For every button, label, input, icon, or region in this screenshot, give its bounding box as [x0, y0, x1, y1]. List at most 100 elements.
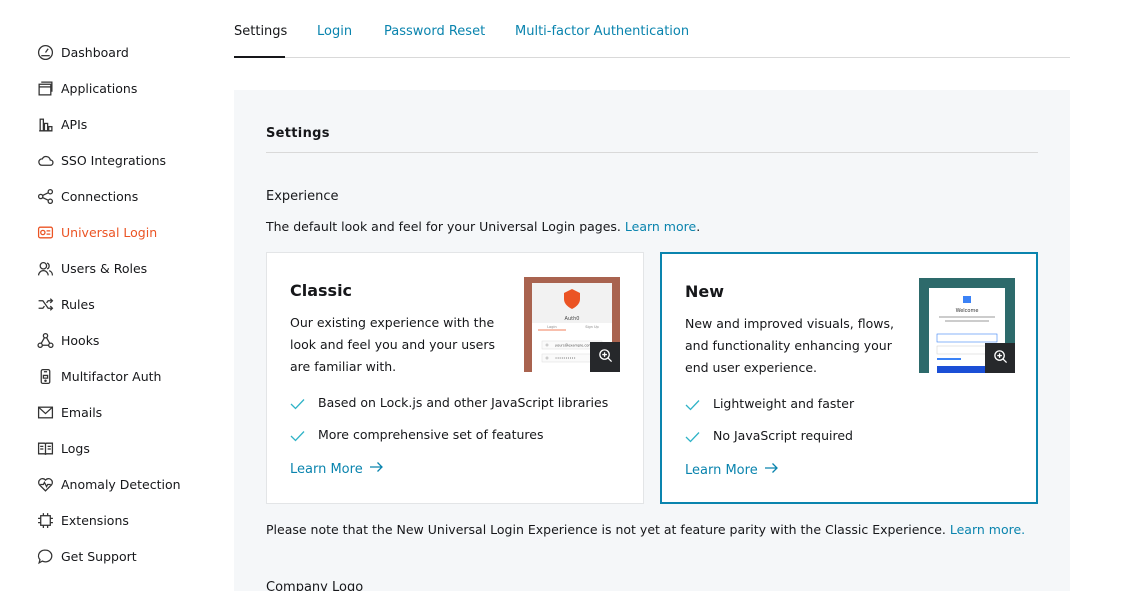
- heart-icon: [36, 475, 54, 493]
- classic-preview-tab-login: Login: [547, 325, 556, 329]
- learn-more-label: Learn More: [685, 462, 758, 478]
- sidebar-item-label: Connections: [61, 188, 139, 204]
- sidebar-item-sso-integrations[interactable]: SSO Integrations: [36, 150, 166, 170]
- classic-experience-card[interactable]: Classic Our existing experience with the…: [266, 252, 644, 504]
- sidebar-item-label: Universal Login: [61, 224, 158, 240]
- sidebar-item-label: Users & Roles: [61, 260, 148, 276]
- mail-icon: [36, 403, 54, 421]
- feature-parity-note: Please note that the New Universal Login…: [266, 522, 1025, 537]
- zoom-in-icon: [993, 349, 1008, 368]
- card-title: New: [685, 282, 725, 301]
- section-divider: [266, 152, 1038, 153]
- users-icon: [36, 259, 54, 277]
- sidebar-item-label: Multifactor Auth: [61, 368, 162, 384]
- sidebar-item-label: Dashboard: [61, 44, 129, 60]
- sidebar-item-label: Hooks: [61, 332, 100, 348]
- sidebar-item-extensions[interactable]: Extensions: [36, 510, 129, 530]
- phone-icon: [36, 367, 54, 385]
- card-description: Our existing experience with the look an…: [290, 315, 495, 374]
- feature-text: Lightweight and faster: [713, 395, 855, 411]
- tab-settings[interactable]: Settings: [234, 24, 287, 39]
- active-tab-indicator: [234, 56, 285, 58]
- apis-icon: [36, 115, 54, 133]
- tab-multi-factor-authentication[interactable]: Multi-factor Authentication: [515, 24, 689, 39]
- check-icon: [290, 430, 305, 442]
- feature-item: More comprehensive set of features: [290, 426, 543, 442]
- chat-icon: [36, 547, 54, 565]
- sidebar-item-label: Emails: [61, 404, 103, 420]
- tab-login[interactable]: Login: [317, 24, 352, 39]
- new-preview-welcome: Welcome: [956, 308, 979, 314]
- note-learn-more-link[interactable]: Learn more.: [950, 522, 1025, 537]
- universal-login-icon: [36, 223, 54, 241]
- sidebar-item-label: Applications: [61, 80, 138, 96]
- zoom-in-icon: [598, 348, 613, 367]
- sidebar-item-anomaly-detection[interactable]: Anomaly Detection: [36, 474, 181, 494]
- settings-panel: Settings Experience The default look and…: [234, 90, 1070, 591]
- new-zoom-button[interactable]: [985, 343, 1015, 373]
- sidebar-item-rules[interactable]: Rules: [36, 294, 95, 314]
- cloud-icon: [36, 151, 54, 169]
- chip-icon: [36, 511, 54, 529]
- check-icon: [290, 398, 305, 410]
- sidebar: Dashboard Applications APIs SSO Integrat…: [0, 0, 234, 591]
- experience-description-text: The default look and feel for your Unive…: [266, 219, 625, 234]
- classic-preview-brand: Auth0: [565, 316, 580, 322]
- sidebar-item-label: Get Support: [61, 548, 137, 564]
- section-title: Settings: [266, 126, 330, 141]
- sidebar-item-multifactor-auth[interactable]: Multifactor Auth: [36, 366, 161, 386]
- sidebar-item-get-support[interactable]: Get Support: [36, 546, 137, 566]
- classic-learn-more-link[interactable]: Learn More: [290, 461, 384, 477]
- experience-description-end: .: [696, 219, 701, 234]
- logs-icon: [36, 439, 54, 457]
- feature-text: No JavaScript required: [713, 427, 853, 443]
- sidebar-item-label: Logs: [61, 440, 90, 456]
- feature-item: Lightweight and faster: [685, 395, 854, 411]
- classic-preview-email: yours@example.com: [555, 344, 592, 348]
- connections-icon: [36, 187, 54, 205]
- sidebar-item-label: Anomaly Detection: [61, 476, 181, 492]
- card-title: Classic: [290, 281, 353, 300]
- sidebar-item-dashboard[interactable]: Dashboard: [36, 42, 129, 62]
- learn-more-label: Learn More: [290, 461, 363, 477]
- hooks-icon: [36, 331, 54, 349]
- classic-zoom-button[interactable]: [590, 342, 620, 372]
- sidebar-item-applications[interactable]: Applications: [36, 78, 137, 98]
- sidebar-item-universal-login[interactable]: Universal Login: [36, 222, 157, 242]
- dashboard-icon: [36, 43, 54, 61]
- classic-preview-password: ••••••••••: [555, 357, 576, 361]
- note-text: Please note that the New Universal Login…: [266, 522, 950, 537]
- sidebar-item-connections[interactable]: Connections: [36, 186, 138, 206]
- sidebar-item-emails[interactable]: Emails: [36, 402, 102, 422]
- card-description: New and improved visuals, flows, and fun…: [685, 316, 894, 375]
- check-icon: [685, 399, 700, 411]
- arrow-right-icon: [758, 462, 779, 478]
- company-logo-heading: Company Logo: [266, 580, 364, 591]
- sidebar-item-apis[interactable]: APIs: [36, 114, 87, 134]
- rules-icon: [36, 295, 54, 313]
- feature-text: More comprehensive set of features: [318, 426, 544, 442]
- sidebar-item-label: APIs: [61, 116, 88, 132]
- classic-preview-tab-signup: Sign Up: [585, 325, 599, 329]
- experience-learn-more-link[interactable]: Learn more: [625, 219, 696, 234]
- feature-item: Based on Lock.js and other JavaScript li…: [290, 394, 608, 410]
- new-preview-thumbnail[interactable]: Welcome: [919, 278, 1015, 373]
- tab-password-reset[interactable]: Password Reset: [384, 24, 485, 39]
- new-learn-more-link[interactable]: Learn More: [685, 462, 779, 478]
- sidebar-item-label: Rules: [61, 296, 95, 312]
- new-experience-card[interactable]: New New and improved visuals, flows, and…: [660, 252, 1038, 504]
- sidebar-item-users-roles[interactable]: Users & Roles: [36, 258, 147, 278]
- sidebar-item-label: SSO Integrations: [61, 152, 167, 168]
- sidebar-item-hooks[interactable]: Hooks: [36, 330, 99, 350]
- experience-description: The default look and feel for your Unive…: [266, 219, 700, 234]
- check-icon: [685, 431, 700, 443]
- tab-bar: Settings Login Password Reset Multi-fact…: [234, 0, 1070, 58]
- experience-heading: Experience: [266, 189, 339, 204]
- feature-item: No JavaScript required: [685, 427, 853, 443]
- classic-preview-thumbnail[interactable]: Auth0 Login Sign Up yours@example.com ••…: [524, 277, 620, 372]
- feature-text: Based on Lock.js and other JavaScript li…: [318, 394, 609, 410]
- sidebar-item-logs[interactable]: Logs: [36, 438, 90, 458]
- applications-icon: [36, 79, 54, 97]
- sidebar-item-label: Extensions: [61, 512, 129, 528]
- arrow-right-icon: [363, 461, 384, 477]
